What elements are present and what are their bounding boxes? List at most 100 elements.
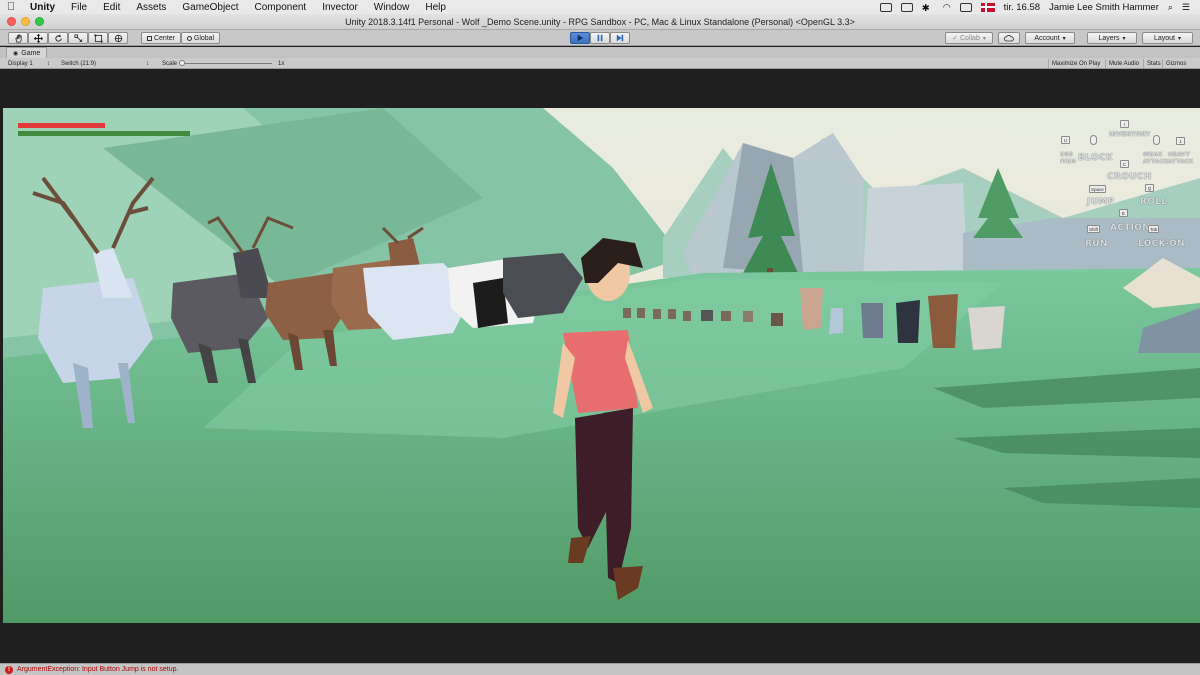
crouch-key: C [1120,160,1129,168]
transform-tool-button[interactable] [108,32,128,44]
inventory-hint: INVENTORY [1109,131,1151,138]
layout-dropdown[interactable]: Layout ▾ [1142,32,1193,44]
block-hint: BLOCK [1078,153,1114,163]
cloud-button[interactable] [998,32,1020,44]
aspect-dropdown[interactable]: Switch (21:9) ↕ [61,59,149,68]
collab-label: Collab [960,34,980,42]
large-rock-right [863,183,968,278]
tab-game[interactable]: ◉ Game [6,47,48,58]
maximize-window-button[interactable] [35,17,44,26]
rect-tool-button[interactable] [88,32,108,44]
screen-mirror-icon[interactable] [879,2,892,12]
scale-slider-handle[interactable] [179,60,185,66]
game-tab-strip: ◉ Game [0,47,1200,58]
menu-file[interactable]: File [63,2,95,13]
jump-hint: JUMP [1087,197,1115,207]
chevron-down-icon: ▾ [982,35,986,42]
scale-slider-track[interactable] [180,63,272,64]
pivot-center-label: Center [153,34,175,42]
mouse-left-icon [1153,135,1160,145]
step-icon [616,34,624,42]
play-icon [577,34,584,42]
jump-key: Space [1089,185,1106,193]
chevron-down-icon: ▾ [1122,35,1126,42]
window-title: Unity 2018.3.14f1 Personal - Wolf _Demo … [345,16,855,27]
move-arrows-icon [33,33,43,43]
display-label: Display 1 [8,60,33,67]
menubar-clock[interactable]: tir. 16.58 [1004,2,1040,13]
display-dropdown[interactable]: Display 1 ↕ [8,59,50,68]
global-space-toggle[interactable]: Global [181,32,220,44]
health-bar-track [18,123,196,128]
menu-invector[interactable]: Invector [314,2,366,13]
menu-component[interactable]: Component [247,2,315,13]
action-key: E [1119,209,1128,217]
rotate-icon [54,34,62,42]
game-view-controls: Display 1 ↕ Switch (21:9) ↕ Scale 1x Max… [0,58,1200,69]
hand-tool-button[interactable] [8,32,28,44]
control-center-icon[interactable]: ☰ [1182,2,1190,13]
account-label: Account [1034,34,1060,42]
lock-on-hint: LOCK-ON [1138,239,1185,249]
wifi-icon[interactable]: ◠ [943,2,951,13]
chevron-down-icon: ▾ [1178,35,1182,42]
collab-check-icon: ✓ [952,35,958,42]
use-item-key: U [1061,136,1070,144]
gizmos-dropdown[interactable]: Gizmos [1162,59,1189,68]
cloud-icon [1004,34,1014,41]
use-item-hint: USE ITEM [1060,152,1077,165]
account-dropdown[interactable]: Account ▾ [1025,32,1075,44]
minimize-window-button[interactable] [21,17,30,26]
roll-hint: ROLL [1140,197,1168,207]
scale-icon [73,33,82,42]
combined-transform-icon [114,34,122,42]
menu-edit[interactable]: Edit [95,2,128,13]
weak-attack-hint: WEAK ATTACK [1143,152,1169,165]
pause-icon [597,34,603,42]
menu-app-unity[interactable]: Unity [22,2,63,13]
pause-button[interactable] [590,32,610,44]
collab-dropdown[interactable]: ✓ Collab ▾ [945,32,993,44]
hand-icon [14,34,22,42]
globe-icon [186,35,192,41]
heavy-attack-key: 1 [1176,137,1185,145]
roll-key: Q [1145,184,1154,192]
menu-help[interactable]: Help [417,2,454,13]
pivot-center-toggle[interactable]: Center [141,32,181,44]
airplay-icon[interactable] [959,2,972,12]
step-button[interactable] [610,32,630,44]
mute-audio-toggle[interactable]: Mute Audio [1105,59,1142,68]
aspect-label: Switch (21:9) [61,60,97,67]
menu-window[interactable]: Window [366,2,418,13]
console-status-bar[interactable]: ! ArgumentException: Input Button Jump i… [0,663,1200,675]
chevron-down-icon: ▾ [1062,35,1066,42]
error-icon: ! [5,665,13,674]
scale-tool-button[interactable] [68,32,88,44]
layers-dropdown[interactable]: Layers ▾ [1087,32,1137,44]
health-bar [18,123,106,128]
game-viewport[interactable]: I INVENTORY U USE ITEM BLOCK 1 WEAK ATTA… [3,108,1200,623]
crouch-hint: CROUCH [1107,172,1152,182]
play-button[interactable] [570,32,590,44]
run-hint: RUN [1085,239,1108,249]
move-tool-button[interactable] [28,32,48,44]
scale-value: 1x [278,60,285,67]
chevron-updown-icon: ↕ [146,60,150,67]
heavy-attack-hint: HEAVY ATTACK [1168,152,1194,165]
apple-menu-icon[interactable]:  [0,1,22,13]
console-message[interactable]: ArgumentException: Input Button Jump is … [17,666,178,673]
danish-flag-icon[interactable] [980,2,995,12]
menubar-user[interactable]: Jamie Lee Smith Hammer [1049,2,1159,13]
menu-gameobject[interactable]: GameObject [174,2,246,13]
stats-toggle[interactable]: Stats [1143,59,1164,68]
close-window-button[interactable] [7,17,16,26]
menu-assets[interactable]: Assets [128,2,174,13]
bluetooth-icon[interactable]: ✱ [922,3,934,14]
lock-on-key: Tab [1148,225,1160,233]
game-controller-icon: ◉ [13,50,19,57]
search-icon[interactable]: ⌕ [1168,2,1173,13]
rect-transform-icon [93,33,103,43]
maximize-on-play-toggle[interactable]: Maximize On Play [1048,59,1103,68]
rotate-tool-button[interactable] [48,32,68,44]
message-icon[interactable] [900,2,913,12]
